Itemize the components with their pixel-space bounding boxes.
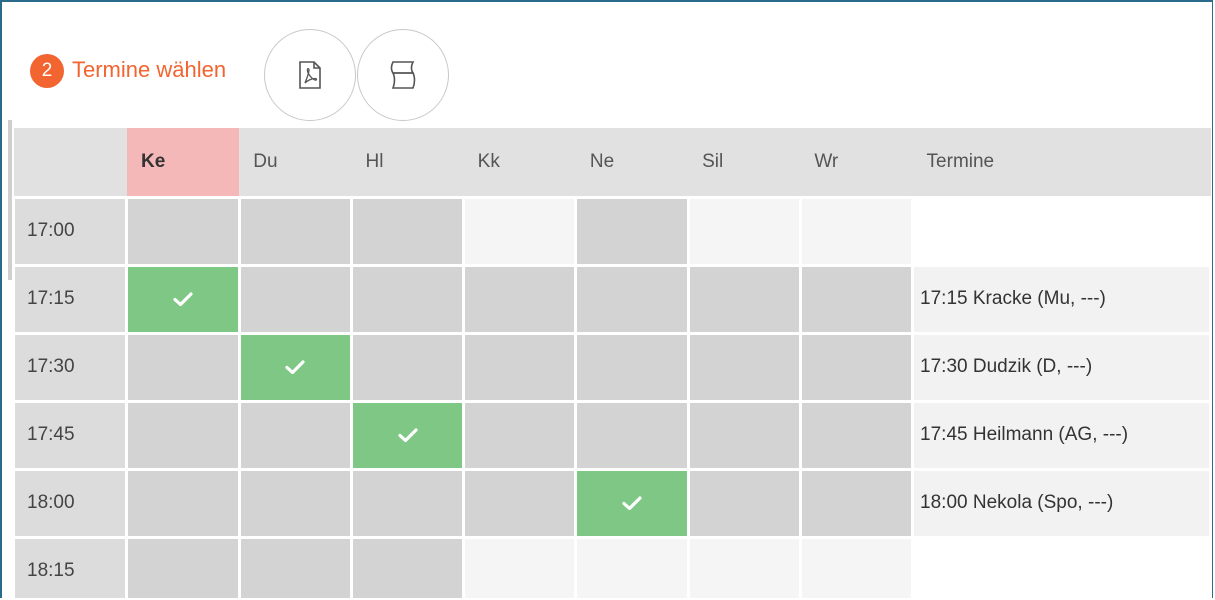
time-label: 18:15 <box>11 535 129 598</box>
unavailable-slot <box>349 331 466 403</box>
teacher-column-header[interactable]: Du <box>239 128 352 197</box>
teacher-column-header[interactable]: Wr <box>800 128 913 197</box>
teacher-column-header[interactable]: Ke <box>126 128 240 197</box>
unavailable-slot <box>798 331 915 403</box>
available-slot[interactable] <box>462 535 578 598</box>
unavailable-slot <box>686 399 802 471</box>
unavailable-slot <box>798 399 915 471</box>
unavailable-slot <box>125 331 241 403</box>
header-row: Ke Du Hl Kk Ne Sil Wr Termine <box>13 128 1211 197</box>
time-label: 17:45 <box>11 399 129 471</box>
checkmark-icon <box>285 360 305 374</box>
unavailable-slot <box>237 263 353 335</box>
unavailable-slot <box>125 399 241 471</box>
available-slot[interactable] <box>462 195 578 267</box>
available-slot[interactable] <box>574 535 690 598</box>
step-number-badge: 2 <box>30 54 64 88</box>
step-title: Termine wählen <box>72 57 227 82</box>
booked-slot[interactable] <box>125 263 241 335</box>
time-label: 17:15 <box>11 263 129 335</box>
available-slot[interactable] <box>686 535 802 598</box>
available-slot[interactable] <box>798 195 915 267</box>
appointment-entry: 17:30 Dudzik (D, ---) <box>911 331 1212 403</box>
unavailable-slot <box>574 331 690 403</box>
checkmark-icon <box>622 496 642 510</box>
appointment-window: 2 Termine wählen Ke Du Hl Kk Ne Sil Wr T… <box>0 0 1213 598</box>
time-slot-row: 17:45 17:45 Heilmann (AG, ---) <box>11 399 1212 471</box>
corner-header <box>13 128 127 197</box>
unavailable-slot <box>237 399 353 471</box>
time-label: 17:00 <box>11 195 129 267</box>
time-slot-row: 18:15 <box>11 535 1212 598</box>
teacher-column-header[interactable]: Ne <box>575 128 689 197</box>
teacher-column-header[interactable]: Sil <box>688 128 801 197</box>
booked-slot[interactable] <box>574 467 690 539</box>
unavailable-slot <box>349 535 466 598</box>
unavailable-slot <box>686 467 802 539</box>
unavailable-slot <box>125 535 241 598</box>
booked-slot[interactable] <box>349 399 466 471</box>
unavailable-slot <box>349 467 466 539</box>
time-slot-row: 17:15 17:15 Kracke (Mu, ---) <box>11 263 1212 335</box>
teacher-column-header[interactable]: Kk <box>463 128 576 197</box>
unavailable-slot <box>462 263 578 335</box>
teacher-column-header[interactable]: Hl <box>351 128 464 197</box>
appointment-entry: 17:15 Kracke (Mu, ---) <box>911 263 1212 335</box>
unavailable-slot <box>237 467 353 539</box>
time-slot-row: 18:00 18:00 Nekola (Spo, ---) <box>11 467 1212 539</box>
print-sheet-button[interactable] <box>357 29 449 121</box>
unavailable-slot <box>462 331 578 403</box>
unavailable-slot <box>349 195 466 267</box>
unavailable-slot <box>125 195 241 267</box>
checkmark-icon <box>397 428 418 442</box>
appointment-grid: Ke Du Hl Kk Ne Sil Wr Termine 17:00 17:15… <box>11 128 1212 598</box>
available-slot[interactable] <box>686 195 802 267</box>
appointment-entry <box>911 195 1212 267</box>
appointment-entry <box>911 535 1212 598</box>
time-slot-row: 17:30 17:30 Dudzik (D, ---) <box>11 331 1212 403</box>
appointments-column-header: Termine <box>912 128 1211 197</box>
booked-slot[interactable] <box>237 331 353 403</box>
unavailable-slot <box>349 263 466 335</box>
appointment-entry: 17:45 Heilmann (AG, ---) <box>911 399 1212 471</box>
time-label: 17:30 <box>11 331 129 403</box>
unavailable-slot <box>574 263 690 335</box>
unavailable-slot <box>237 535 353 598</box>
appointment-entry: 18:00 Nekola (Spo, ---) <box>911 467 1212 539</box>
checkmark-icon <box>173 292 193 306</box>
unavailable-slot <box>574 399 690 471</box>
pdf-icon <box>299 61 321 89</box>
time-label: 18:00 <box>11 467 129 539</box>
unavailable-slot <box>798 263 915 335</box>
sheet-icon <box>390 61 416 89</box>
unavailable-slot <box>798 467 915 539</box>
toolbar: 2 Termine wählen <box>2 2 1212 121</box>
unavailable-slot <box>462 467 578 539</box>
unavailable-slot <box>686 263 802 335</box>
unavailable-slot <box>462 399 578 471</box>
export-pdf-button[interactable] <box>264 29 356 121</box>
available-slot[interactable] <box>798 535 915 598</box>
unavailable-slot <box>574 195 690 267</box>
time-slot-row: 17:00 <box>11 195 1212 267</box>
unavailable-slot <box>125 467 241 539</box>
unavailable-slot <box>686 331 802 403</box>
unavailable-slot <box>237 195 353 267</box>
